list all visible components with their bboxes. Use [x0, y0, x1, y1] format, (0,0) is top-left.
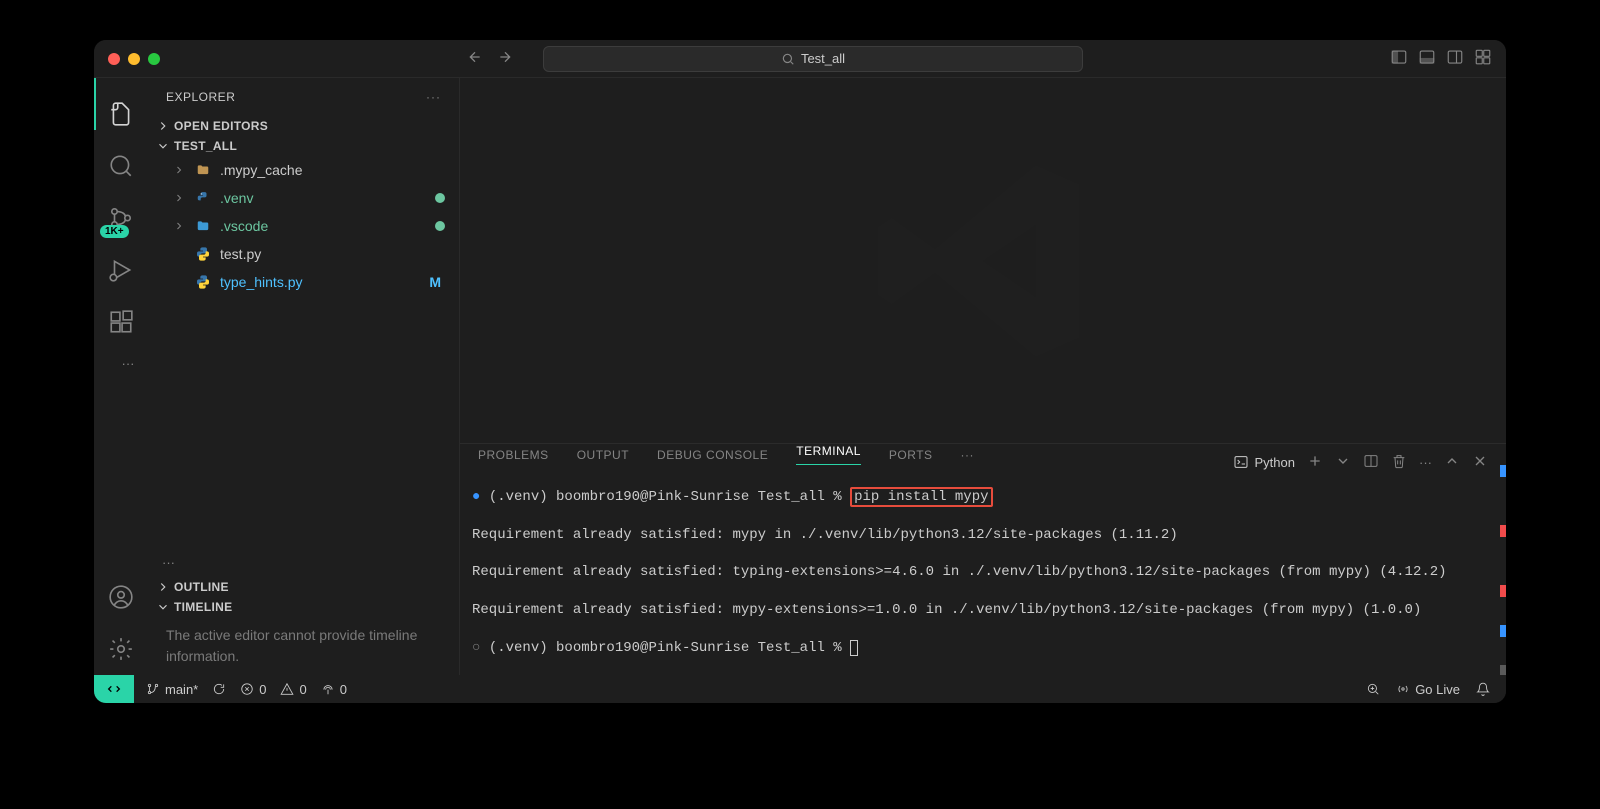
git-status-dot: [435, 221, 445, 231]
status-warnings[interactable]: 0: [280, 682, 306, 697]
command-center[interactable]: Test_all: [543, 46, 1083, 72]
tab-terminal[interactable]: TERMINAL: [796, 444, 861, 465]
status-branch[interactable]: main*: [146, 682, 198, 697]
status-zoom[interactable]: [1366, 682, 1380, 696]
python-folder-icon: [194, 189, 212, 207]
vscode-window: Test_all 1K+: [94, 40, 1506, 703]
toggle-secondary-sidebar-icon[interactable]: [1446, 48, 1464, 69]
status-go-live[interactable]: Go Live: [1396, 682, 1460, 697]
timeline-empty-text: The active editor cannot provide timelin…: [148, 617, 459, 675]
python-file-icon: [194, 245, 212, 263]
bell-icon: [1476, 682, 1490, 696]
editor-area: PROBLEMS OUTPUT DEBUG CONSOLE TERMINAL P…: [460, 78, 1506, 675]
tab-output[interactable]: OUTPUT: [577, 448, 629, 462]
status-sync[interactable]: [212, 682, 226, 696]
python-file-icon: [194, 273, 212, 291]
vscode-folder-icon: [194, 217, 212, 235]
activity-overflow[interactable]: ···: [108, 348, 135, 378]
antenna-icon: [321, 682, 335, 696]
status-errors[interactable]: 0: [240, 682, 266, 697]
close-window-button[interactable]: [108, 53, 120, 65]
chevron-down-icon: [156, 600, 170, 614]
editor-watermark: [460, 78, 1506, 443]
chevron-right-icon: [156, 580, 170, 594]
chevron-down-icon: [156, 139, 170, 153]
files-icon: [108, 101, 134, 127]
debug-icon: [108, 257, 134, 283]
terminal-output[interactable]: ● (.venv) boombro190@Pink-Sunrise Test_a…: [460, 465, 1506, 675]
tree-folder-venv[interactable]: .venv: [148, 184, 459, 212]
open-editors-section[interactable]: OPEN EDITORS: [148, 116, 459, 136]
highlighted-command: pip install mypy: [850, 487, 992, 507]
maximize-window-button[interactable]: [148, 53, 160, 65]
tab-debug-console[interactable]: DEBUG CONSOLE: [657, 448, 768, 462]
sidebar-overflow[interactable]: ···: [148, 547, 459, 577]
terminal-scrollbar[interactable]: [1498, 465, 1506, 675]
activity-debug[interactable]: [94, 244, 148, 296]
outline-section[interactable]: OUTLINE: [148, 577, 459, 597]
terminal-cursor: [850, 640, 858, 656]
folder-icon: [194, 161, 212, 179]
activity-extensions[interactable]: [94, 296, 148, 348]
minimize-window-button[interactable]: [128, 53, 140, 65]
remote-icon: [106, 681, 122, 697]
toggle-panel-icon[interactable]: [1418, 48, 1436, 69]
command-center-text: Test_all: [801, 51, 845, 66]
activity-search[interactable]: [94, 140, 148, 192]
tree-folder-mypy-cache[interactable]: .mypy_cache: [148, 156, 459, 184]
zoom-icon: [1366, 682, 1380, 696]
status-notifications[interactable]: [1476, 682, 1490, 696]
tree-folder-vscode[interactable]: .vscode: [148, 212, 459, 240]
broadcast-icon: [1396, 682, 1410, 696]
explorer-title: EXPLORER: [166, 90, 235, 104]
chevron-right-icon: [173, 220, 185, 232]
extensions-icon: [108, 309, 134, 335]
tree-file-type-hints-py[interactable]: type_hints.py M: [148, 268, 459, 296]
customize-layout-icon[interactable]: [1474, 48, 1492, 69]
scm-badge: 1K+: [100, 225, 129, 238]
titlebar: Test_all: [94, 40, 1506, 78]
tab-problems[interactable]: PROBLEMS: [478, 448, 549, 462]
sync-icon: [212, 682, 226, 696]
status-ports[interactable]: 0: [321, 682, 347, 697]
tab-ports[interactable]: PORTS: [889, 448, 933, 462]
nav-back-icon[interactable]: [467, 49, 483, 68]
gear-icon: [108, 636, 134, 662]
panel-tabs-overflow[interactable]: ···: [961, 448, 975, 462]
chevron-right-icon: [173, 192, 185, 204]
tree-file-test-py[interactable]: test.py: [148, 240, 459, 268]
branch-icon: [146, 682, 160, 696]
status-bar: main* 0 0 0 Go Live: [94, 675, 1506, 703]
git-modified-marker: M: [429, 274, 445, 290]
account-icon: [108, 584, 134, 610]
activity-bar: 1K+ ···: [94, 78, 148, 675]
activity-accounts[interactable]: [94, 571, 148, 623]
explorer-more-icon[interactable]: ···: [426, 90, 441, 104]
warning-icon: [280, 682, 294, 696]
window-controls: [108, 53, 160, 65]
activity-source-control[interactable]: 1K+: [94, 192, 148, 244]
activity-explorer[interactable]: [94, 88, 148, 140]
search-icon: [108, 153, 134, 179]
git-status-dot: [435, 193, 445, 203]
bottom-panel: PROBLEMS OUTPUT DEBUG CONSOLE TERMINAL P…: [460, 443, 1506, 675]
timeline-section[interactable]: TIMELINE: [148, 597, 459, 617]
vscode-logo-icon: [863, 141, 1103, 381]
toggle-primary-sidebar-icon[interactable]: [1390, 48, 1408, 69]
remote-indicator[interactable]: [94, 675, 134, 703]
nav-forward-icon[interactable]: [497, 49, 513, 68]
activity-settings[interactable]: [94, 623, 148, 675]
search-icon: [781, 52, 795, 66]
workspace-section[interactable]: TEST_ALL: [148, 136, 459, 156]
chevron-right-icon: [156, 119, 170, 133]
chevron-right-icon: [173, 164, 185, 176]
explorer-sidebar: EXPLORER ··· OPEN EDITORS TEST_ALL .mypy…: [148, 78, 460, 675]
error-icon: [240, 682, 254, 696]
